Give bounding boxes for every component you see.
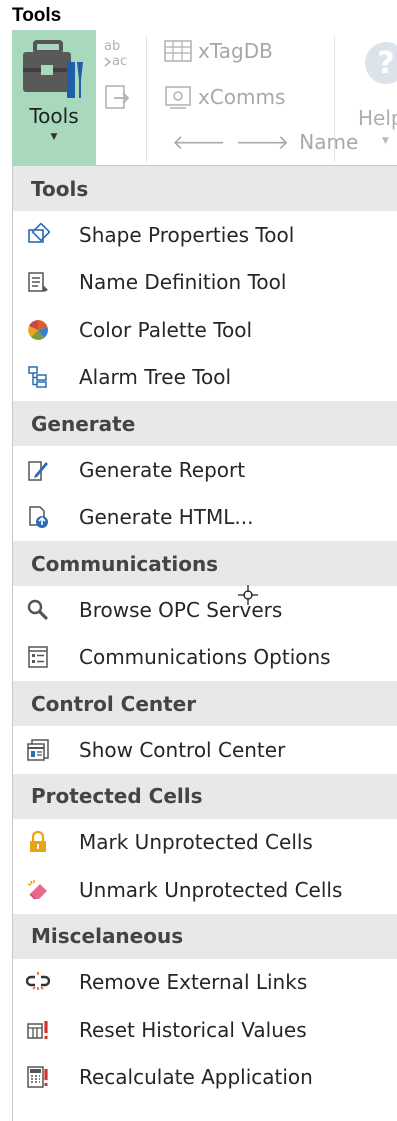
communications-icon xyxy=(165,86,191,109)
menu-item-name-definition[interactable]: Name Definition Tool xyxy=(13,259,397,307)
generate-html-icon xyxy=(25,504,51,530)
menu-item-label: Communications Options xyxy=(79,645,331,670)
tag-database-icon xyxy=(164,40,192,62)
menu-section-header: Tools xyxy=(13,166,397,211)
help-label: Help xyxy=(358,106,397,130)
menu-item-label: Name Definition Tool xyxy=(79,270,287,295)
menu-item-recalculate-application[interactable]: Recalculate Application xyxy=(13,1054,397,1102)
broken-link-icon xyxy=(25,969,51,995)
arrow-right-icon[interactable]: 🡒 xyxy=(236,130,290,154)
export-icon xyxy=(105,85,130,109)
ribbon: Tools ▼ ab ac xTagDB xComms 🡐 🡒 Name ? H xyxy=(12,30,397,166)
search-icon xyxy=(25,597,51,623)
menu-item-label: Generate HTML... xyxy=(79,505,254,530)
arrow-left-icon[interactable]: 🡐 xyxy=(172,130,226,154)
move-cursor-icon xyxy=(238,585,258,605)
chevron-down-icon: ▼ xyxy=(50,132,58,142)
ribbon-separator xyxy=(146,36,147,162)
name-label: Name xyxy=(299,130,359,154)
menu-item-alarm-tree[interactable]: Alarm Tree Tool xyxy=(13,354,397,402)
page-title: Tools xyxy=(12,5,62,26)
xcomms-button[interactable]: xComms xyxy=(164,84,285,110)
svg-text:ac: ac xyxy=(112,54,127,69)
xtagdb-button[interactable]: xTagDB xyxy=(164,38,273,64)
help-icon: ? xyxy=(365,42,397,84)
options-list-icon xyxy=(25,644,51,670)
reset-table-icon xyxy=(25,1017,51,1043)
menu-item-label: Generate Report xyxy=(79,457,246,482)
menu-section-header: Generate xyxy=(13,401,397,446)
menu-item-label: Color Palette Tool xyxy=(79,317,253,342)
xcomms-label: xComms xyxy=(198,85,286,109)
menu-item-reset-historical-values[interactable]: Reset Historical Values xyxy=(13,1006,397,1054)
name-navigation[interactable]: 🡐 🡒 Name xyxy=(172,130,358,154)
menu-item-browse-opc-servers[interactable]: Browse OPC Servers xyxy=(13,586,397,634)
svg-text:ab: ab xyxy=(104,39,120,54)
name-definition-icon xyxy=(25,269,51,295)
help-button[interactable]: ? Help ▼ xyxy=(352,42,397,162)
menu-item-communications-options[interactable]: Communications Options xyxy=(13,634,397,682)
alarm-tree-icon xyxy=(25,364,51,390)
menu-item-label: Alarm Tree Tool xyxy=(79,365,232,390)
calculator-icon xyxy=(25,1064,51,1090)
menu-section-header: Miscelaneous xyxy=(13,913,397,959)
lock-icon xyxy=(25,829,51,855)
shape-properties-icon xyxy=(25,222,51,248)
generate-report-icon xyxy=(25,457,51,483)
tools-dropdown-menu: Tools Shape Properties Tool Name Definit… xyxy=(12,166,397,1121)
menu-item-show-control-center[interactable]: Show Control Center xyxy=(13,726,397,774)
spelling-icon: ab ac xyxy=(104,39,127,69)
menu-item-label: Mark Unprotected Cells xyxy=(79,830,313,855)
menu-section-header: Communications xyxy=(13,541,397,586)
menu-item-generate-report[interactable]: Generate Report xyxy=(13,446,397,494)
menu-item-color-palette[interactable]: Color Palette Tool xyxy=(13,306,397,354)
menu-item-label: Remove External Links xyxy=(79,970,308,995)
menu-item-remove-external-links[interactable]: Remove External Links xyxy=(13,959,397,1007)
menu-section-header: Control Center xyxy=(13,681,397,726)
chevron-down-icon: ▼ xyxy=(382,136,389,146)
menu-item-generate-html[interactable]: Generate HTML... xyxy=(13,494,397,542)
tools-ribbon-button[interactable]: Tools ▼ xyxy=(12,30,96,166)
toolbox-icon xyxy=(23,40,83,98)
color-palette-icon xyxy=(25,317,51,343)
menu-item-label: Shape Properties Tool xyxy=(79,222,295,247)
control-center-icon xyxy=(25,737,51,763)
menu-item-label: Reset Historical Values xyxy=(79,1017,307,1042)
menu-item-label: Show Control Center xyxy=(79,737,286,762)
tools-ribbon-label: Tools xyxy=(29,104,79,128)
menu-item-shape-properties[interactable]: Shape Properties Tool xyxy=(13,211,397,259)
ribbon-separator xyxy=(334,36,335,162)
xtagdb-label: xTagDB xyxy=(198,39,273,63)
menu-item-mark-unprotected-cells[interactable]: Mark Unprotected Cells xyxy=(13,819,397,867)
menu-item-unmark-unprotected-cells[interactable]: Unmark Unprotected Cells xyxy=(13,866,397,914)
eraser-icon xyxy=(25,877,51,903)
menu-section-header: Protected Cells xyxy=(13,773,397,819)
menu-item-label: Recalculate Application xyxy=(79,1065,313,1090)
menu-item-label: Unmark Unprotected Cells xyxy=(79,877,343,902)
